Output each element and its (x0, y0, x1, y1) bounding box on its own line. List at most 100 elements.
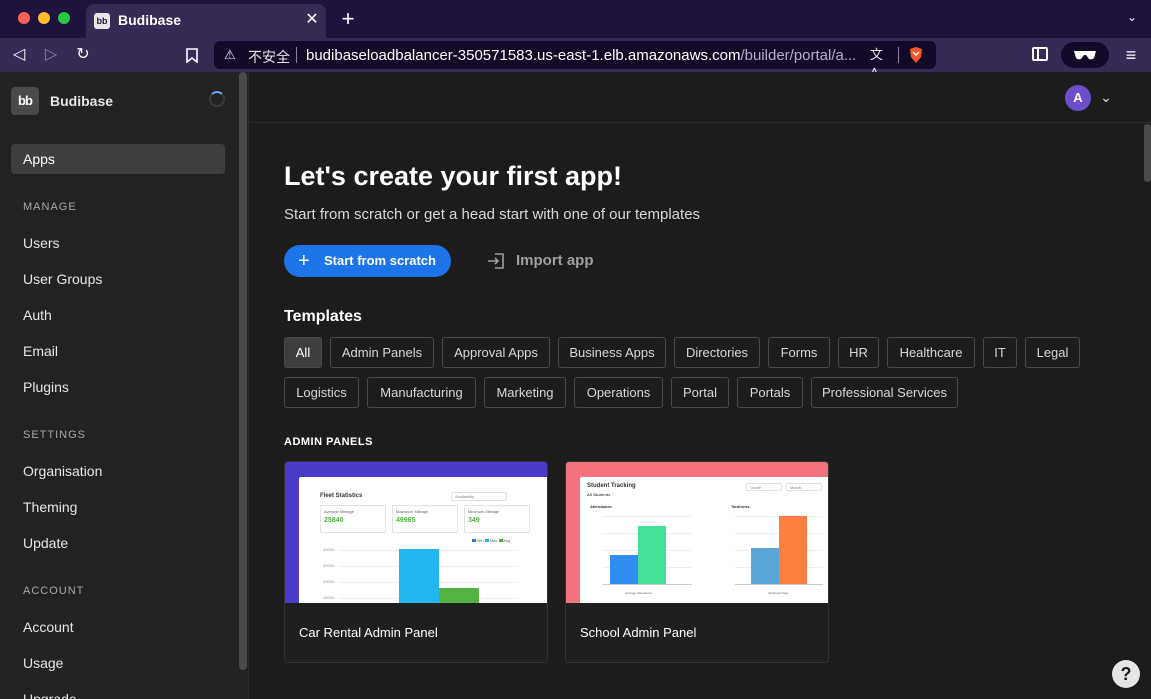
main-content: A ⌄ Let's create your first app! Start f… (250, 72, 1151, 699)
preview-bar (779, 516, 807, 584)
sidebar-item-user-groups[interactable]: User Groups (11, 264, 225, 294)
brave-shield-icon[interactable] (908, 46, 924, 64)
category-chip-logistics[interactable]: Logistics (284, 377, 359, 408)
main-scrollbar[interactable] (1144, 124, 1151, 182)
sidebar-item-apps[interactable]: Apps (11, 144, 225, 174)
tab-close-icon[interactable]: ✕ (302, 10, 322, 30)
chevron-down-icon[interactable]: ⌄ (1098, 88, 1114, 106)
sidebar-item-usage[interactable]: Usage (11, 648, 225, 678)
window-close-button[interactable] (18, 12, 30, 24)
preview-stat: Minimum Mileage 349 (464, 505, 530, 533)
sidebar-item-users[interactable]: Users (11, 228, 225, 258)
sidebar-item-theming[interactable]: Theming (11, 492, 225, 522)
sidebar-toggle-icon[interactable] (1032, 47, 1048, 61)
preview-y-tick: 10000 (323, 595, 335, 600)
category-chip-manufacturing[interactable]: Manufacturing (367, 377, 476, 408)
help-icon[interactable]: ? (1112, 660, 1140, 688)
tab-favicon-icon: bb (94, 13, 110, 29)
window-zoom-button[interactable] (58, 12, 70, 24)
sidebar-item-update[interactable]: Update (11, 528, 225, 558)
template-preview: Fleet Statistics Availability Average Mi… (285, 462, 547, 603)
browser-tab[interactable]: bb Budibase ✕ (86, 4, 326, 38)
url-text[interactable]: budibaseloadbalancer-350571583.us-east-1… (306, 47, 866, 64)
preview-dropdown: Availability (451, 492, 507, 501)
preview-stat-value: 349 (468, 517, 480, 524)
start-from-scratch-button[interactable]: + Start from scratch (284, 245, 451, 277)
sidebar-item-plugins[interactable]: Plugins (11, 372, 225, 402)
app-sidebar: bb Budibase Apps MANAGE Users User Group… (0, 72, 249, 699)
category-chip-operations[interactable]: Operations (574, 377, 663, 408)
category-chip-business-apps[interactable]: Business Apps (558, 337, 666, 368)
category-chip-it[interactable]: IT (983, 337, 1017, 368)
category-chip-portal[interactable]: Portal (671, 377, 729, 408)
forward-arrow-icon[interactable]: ▷ (40, 44, 62, 66)
page-title: Let's create your first app! (284, 161, 623, 191)
preview-stat-value: 49965 (396, 517, 416, 524)
preview-y-tick: 20000 (323, 579, 335, 584)
preview-axis (735, 584, 823, 585)
preview-dropdown-label: Grade (750, 485, 762, 490)
category-chip-admin-panels[interactable]: Admin Panels (330, 337, 434, 368)
page-subtitle: Start from scratch or get a head start w… (284, 206, 701, 223)
preview-stat-label: Minimum Mileage (468, 509, 500, 514)
preview-stat-value: 25840 (324, 517, 344, 524)
menu-icon[interactable]: ≡ (1122, 44, 1140, 66)
category-chip-hr[interactable]: HR (838, 337, 879, 368)
security-label[interactable]: 不安全 (248, 47, 290, 67)
sidebar-item-email[interactable]: Email (11, 336, 225, 366)
preview-title: Student Tracking (587, 483, 636, 489)
preview-dropdown-label: Month (790, 485, 802, 490)
reload-icon[interactable]: ↻ (72, 44, 94, 66)
preview-y-tick: 40000 (323, 547, 335, 552)
preview-gridline (602, 516, 692, 517)
sidebar-scrollbar[interactable] (239, 72, 247, 670)
category-chip-approval-apps[interactable]: Approval Apps (442, 337, 550, 368)
sidebar-item-upgrade[interactable]: Upgrade (11, 684, 225, 699)
import-app-label: Import app (516, 252, 594, 269)
wallet-icon[interactable] (1061, 42, 1109, 68)
sidebar-section-manage: MANAGE (23, 201, 77, 213)
preview-panel-footer: Tardiness Days (768, 591, 789, 595)
category-chip-healthcare[interactable]: Healthcare (887, 337, 975, 368)
category-chip-directories[interactable]: Directories (674, 337, 760, 368)
category-chip-legal[interactable]: Legal (1025, 337, 1080, 368)
new-tab-icon[interactable]: + (338, 8, 358, 30)
loading-spinner-icon (209, 91, 225, 107)
category-chip-professional-services[interactable]: Professional Services (811, 377, 958, 408)
user-avatar[interactable]: A (1065, 85, 1091, 111)
back-arrow-icon[interactable]: ◁ (8, 44, 30, 66)
section-label-admin-panels: ADMIN PANELS (284, 436, 373, 448)
preview-legend-item: Min (477, 538, 484, 543)
category-chip-marketing[interactable]: Marketing (484, 377, 566, 408)
preview-bar (399, 549, 439, 603)
preview-legend: Min Max Avg (472, 538, 510, 543)
divider (898, 47, 899, 63)
preview-dropdown: Month (786, 483, 822, 491)
preview-subtitle: All Students (587, 492, 611, 497)
preview-bar (638, 526, 666, 584)
template-card-car-rental[interactable]: Fleet Statistics Availability Average Mi… (284, 461, 548, 663)
window-minimize-button[interactable] (38, 12, 50, 24)
bookmark-icon[interactable] (181, 44, 203, 66)
sidebar-section-account: ACCOUNT (23, 585, 85, 597)
category-chip-forms[interactable]: Forms (768, 337, 830, 368)
sidebar-item-account[interactable]: Account (11, 612, 225, 642)
tab-list-chevron-icon[interactable]: ⌄ (1125, 10, 1139, 26)
category-chip-portals[interactable]: Portals (737, 377, 803, 408)
warning-icon[interactable]: ⚠ (224, 48, 240, 62)
preview-dropdown-label: Availability (455, 494, 474, 499)
translate-icon[interactable]: 文A (870, 46, 888, 80)
template-card-school[interactable]: Student Tracking All Students Grade Mont… (565, 461, 829, 663)
preview-legend-item: Avg (503, 538, 511, 543)
preview-y-tick: 30000 (323, 563, 335, 568)
category-chip-all[interactable]: All (284, 337, 322, 368)
sidebar-item-auth[interactable]: Auth (11, 300, 225, 330)
preview-sheet: Student Tracking All Students Grade Mont… (580, 477, 828, 603)
preview-dropdown: Grade (746, 483, 782, 491)
sidebar-item-organisation[interactable]: Organisation (11, 456, 225, 486)
template-preview: Student Tracking All Students Grade Mont… (566, 462, 828, 603)
plus-icon: + (298, 250, 310, 272)
tab-title: Budibase (118, 12, 182, 28)
url-host: budibaseloadbalancer-350571583.us-east-1… (306, 47, 741, 64)
address-bar[interactable]: ⚠ 不安全 budibaseloadbalancer-350571583.us-… (214, 41, 936, 80)
